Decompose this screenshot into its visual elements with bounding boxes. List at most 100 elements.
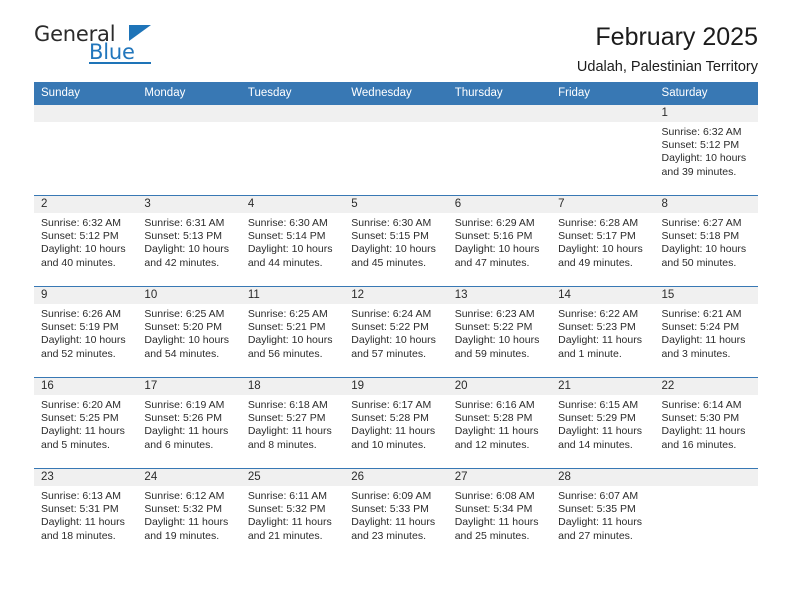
day-number <box>551 105 655 122</box>
calendar-day-cell[interactable]: 9 Sunrise: 6:26 AM Sunset: 5:19 PM Daylight… <box>34 286 138 378</box>
day-details: Sunrise: 6:15 AM Sunset: 5:29 PM Daylight:… <box>551 395 654 452</box>
sunrise-text: Sunrise: 6:27 AM <box>661 217 742 229</box>
day-number <box>654 469 758 486</box>
day-details: Sunrise: 6:32 AM Sunset: 5:12 PM Daylight:… <box>655 122 758 179</box>
calendar-day-cell[interactable]: 10 Sunrise: 6:25 AM Sunset: 5:20 PM Dayligh… <box>137 286 241 378</box>
day-cell: 2 Sunrise: 6:32 AM Sunset: 5:12 PM Daylight… <box>34 196 138 286</box>
day-cell: 23 Sunrise: 6:13 AM Sunset: 5:31 PM Dayligh… <box>34 469 138 559</box>
day-number: 3 <box>137 196 241 213</box>
calendar-week-row: 23 Sunrise: 6:13 AM Sunset: 5:31 PM Dayligh… <box>34 468 758 559</box>
sunrise-text: Sunrise: 6:29 AM <box>454 217 535 229</box>
day-cell: 27 Sunrise: 6:08 AM Sunset: 5:34 PM Dayligh… <box>447 469 552 559</box>
day-details: Sunrise: 6:27 AM Sunset: 5:18 PM Daylight:… <box>655 213 758 270</box>
calendar-day-cell[interactable]: 26 Sunrise: 6:09 AM Sunset: 5:33 PM Dayligh… <box>344 468 448 559</box>
calendar-day-cell[interactable]: 6 Sunrise: 6:29 AM Sunset: 5:16 PM Daylight… <box>447 195 552 287</box>
calendar-day-cell[interactable]: 19 Sunrise: 6:17 AM Sunset: 5:28 PM Dayligh… <box>344 377 448 469</box>
day-details: Sunrise: 6:21 AM Sunset: 5:24 PM Daylight:… <box>655 304 758 361</box>
sunrise-text: Sunrise: 6:17 AM <box>351 399 432 411</box>
calendar-day-cell[interactable]: 15 Sunrise: 6:21 AM Sunset: 5:24 PM Dayligh… <box>654 286 758 378</box>
day-number <box>447 105 552 122</box>
sunset-text: Sunset: 5:28 PM <box>351 412 429 425</box>
sunrise-text: Sunrise: 6:08 AM <box>454 490 535 502</box>
day-number: 24 <box>137 469 241 486</box>
sunrise-text: Sunrise: 6:26 AM <box>41 308 121 320</box>
sunrise-text: Sunrise: 6:22 AM <box>558 308 639 320</box>
sunrise-text: Sunrise: 6:31 AM <box>144 217 225 229</box>
day-number: 6 <box>447 196 552 213</box>
weekday-header-saturday: Saturday <box>654 82 758 105</box>
day-number: 25 <box>240 469 345 486</box>
day-number: 9 <box>34 287 138 304</box>
sunrise-text: Sunrise: 6:18 AM <box>247 399 328 411</box>
calendar-day-cell[interactable]: 14 Sunrise: 6:22 AM Sunset: 5:23 PM Dayligh… <box>551 286 655 378</box>
day-number: 8 <box>654 196 758 213</box>
day-cell: 28 Sunrise: 6:07 AM Sunset: 5:35 PM Dayligh… <box>551 469 655 559</box>
daylight-text: Daylight: 11 hours and 21 minutes. <box>247 516 332 542</box>
daylight-text: Daylight: 10 hours and 42 minutes. <box>144 243 230 269</box>
calendar-day-cell[interactable]: 3 Sunrise: 6:31 AM Sunset: 5:13 PM Daylight… <box>137 195 241 287</box>
sunset-text: Sunset: 5:18 PM <box>661 230 740 243</box>
calendar-day-cell[interactable]: 5 Sunrise: 6:30 AM Sunset: 5:15 PM Daylight… <box>344 195 448 287</box>
logo-text-blue: Blue <box>89 40 135 64</box>
calendar-day-cell[interactable]: 28 Sunrise: 6:07 AM Sunset: 5:35 PM Dayligh… <box>551 468 655 559</box>
calendar-day-cell[interactable]: 17 Sunrise: 6:19 AM Sunset: 5:26 PM Dayligh… <box>137 377 241 469</box>
sunrise-text: Sunrise: 6:25 AM <box>144 308 225 320</box>
calendar-day-cell[interactable] <box>654 468 758 559</box>
calendar-day-cell[interactable]: 22 Sunrise: 6:14 AM Sunset: 5:30 PM Dayligh… <box>654 377 758 469</box>
sunrise-text: Sunrise: 6:11 AM <box>247 490 328 502</box>
day-cell: 15 Sunrise: 6:21 AM Sunset: 5:24 PM Dayligh… <box>654 287 758 377</box>
calendar-day-cell[interactable]: 18 Sunrise: 6:18 AM Sunset: 5:27 PM Dayligh… <box>240 377 345 469</box>
day-cell: 25 Sunrise: 6:11 AM Sunset: 5:32 PM Dayligh… <box>240 469 345 559</box>
sunrise-text: Sunrise: 6:23 AM <box>454 308 535 320</box>
sunset-text: Sunset: 5:32 PM <box>144 503 223 516</box>
day-cell-empty <box>551 105 655 195</box>
calendar-day-cell[interactable] <box>344 105 448 196</box>
day-number: 13 <box>447 287 552 304</box>
day-cell: 11 Sunrise: 6:25 AM Sunset: 5:21 PM Dayligh… <box>240 287 345 377</box>
calendar-day-cell[interactable]: 27 Sunrise: 6:08 AM Sunset: 5:34 PM Dayligh… <box>447 468 552 559</box>
calendar-day-cell[interactable]: 1 Sunrise: 6:32 AM Sunset: 5:12 PM Daylight… <box>654 105 758 196</box>
calendar-day-cell[interactable]: 16 Sunrise: 6:20 AM Sunset: 5:25 PM Dayligh… <box>34 377 138 469</box>
daylight-text: Daylight: 11 hours and 1 minute. <box>558 334 642 360</box>
daylight-text: Daylight: 10 hours and 54 minutes. <box>144 334 230 360</box>
daylight-text: Daylight: 10 hours and 44 minutes. <box>247 243 333 269</box>
calendar-day-cell[interactable]: 2 Sunrise: 6:32 AM Sunset: 5:12 PM Daylight… <box>34 195 138 287</box>
day-number: 17 <box>137 378 241 395</box>
day-details: Sunrise: 6:23 AM Sunset: 5:22 PM Daylight:… <box>448 304 551 361</box>
calendar-day-cell[interactable] <box>137 105 241 196</box>
calendar-day-cell[interactable]: 23 Sunrise: 6:13 AM Sunset: 5:31 PM Dayligh… <box>34 468 138 559</box>
sunset-text: Sunset: 5:16 PM <box>454 230 533 243</box>
weekday-header-thursday: Thursday <box>447 82 552 105</box>
calendar-day-cell[interactable]: 11 Sunrise: 6:25 AM Sunset: 5:21 PM Dayligh… <box>240 286 345 378</box>
daylight-text: Daylight: 11 hours and 10 minutes. <box>351 425 436 451</box>
day-number: 28 <box>551 469 655 486</box>
calendar-day-cell[interactable]: 7 Sunrise: 6:28 AM Sunset: 5:17 PM Daylight… <box>551 195 655 287</box>
daylight-text: Daylight: 11 hours and 12 minutes. <box>454 425 539 451</box>
weekday-header-tuesday: Tuesday <box>240 82 345 105</box>
calendar-day-cell[interactable]: 4 Sunrise: 6:30 AM Sunset: 5:14 PM Daylight… <box>240 195 345 287</box>
calendar-day-cell[interactable] <box>447 105 552 196</box>
calendar-day-cell[interactable] <box>34 105 138 196</box>
daylight-text: Daylight: 11 hours and 14 minutes. <box>558 425 642 451</box>
daylight-text: Daylight: 11 hours and 8 minutes. <box>247 425 332 451</box>
calendar-day-cell[interactable]: 25 Sunrise: 6:11 AM Sunset: 5:32 PM Dayligh… <box>240 468 345 559</box>
sunrise-text: Sunrise: 6:20 AM <box>41 399 121 411</box>
calendar-day-cell[interactable]: 20 Sunrise: 6:16 AM Sunset: 5:28 PM Dayligh… <box>447 377 552 469</box>
calendar-day-cell[interactable]: 24 Sunrise: 6:12 AM Sunset: 5:32 PM Dayligh… <box>137 468 241 559</box>
sunset-text: Sunset: 5:20 PM <box>144 321 223 334</box>
calendar-day-cell[interactable] <box>551 105 655 196</box>
day-cell: 12 Sunrise: 6:24 AM Sunset: 5:22 PM Dayligh… <box>344 287 448 377</box>
calendar-day-cell[interactable]: 12 Sunrise: 6:24 AM Sunset: 5:22 PM Dayligh… <box>344 286 448 378</box>
calendar-header-row: Sunday Monday Tuesday Wednesday Thursday… <box>34 82 758 105</box>
day-cell: 22 Sunrise: 6:14 AM Sunset: 5:30 PM Dayligh… <box>654 378 758 468</box>
calendar-day-cell[interactable]: 8 Sunrise: 6:27 AM Sunset: 5:18 PM Daylight… <box>654 195 758 287</box>
sunrise-text: Sunrise: 6:12 AM <box>144 490 225 502</box>
calendar-day-cell[interactable]: 21 Sunrise: 6:15 AM Sunset: 5:29 PM Dayligh… <box>551 377 655 469</box>
sunset-text: Sunset: 5:31 PM <box>41 503 119 516</box>
calendar-day-cell[interactable]: 13 Sunrise: 6:23 AM Sunset: 5:22 PM Dayligh… <box>447 286 552 378</box>
calendar-day-cell[interactable] <box>240 105 345 196</box>
sunset-text: Sunset: 5:22 PM <box>351 321 429 334</box>
sunrise-text: Sunrise: 6:14 AM <box>661 399 742 411</box>
page-subtitle: Udalah, Palestinian Territory <box>576 59 758 75</box>
day-details: Sunrise: 6:13 AM Sunset: 5:31 PM Daylight:… <box>34 486 137 543</box>
